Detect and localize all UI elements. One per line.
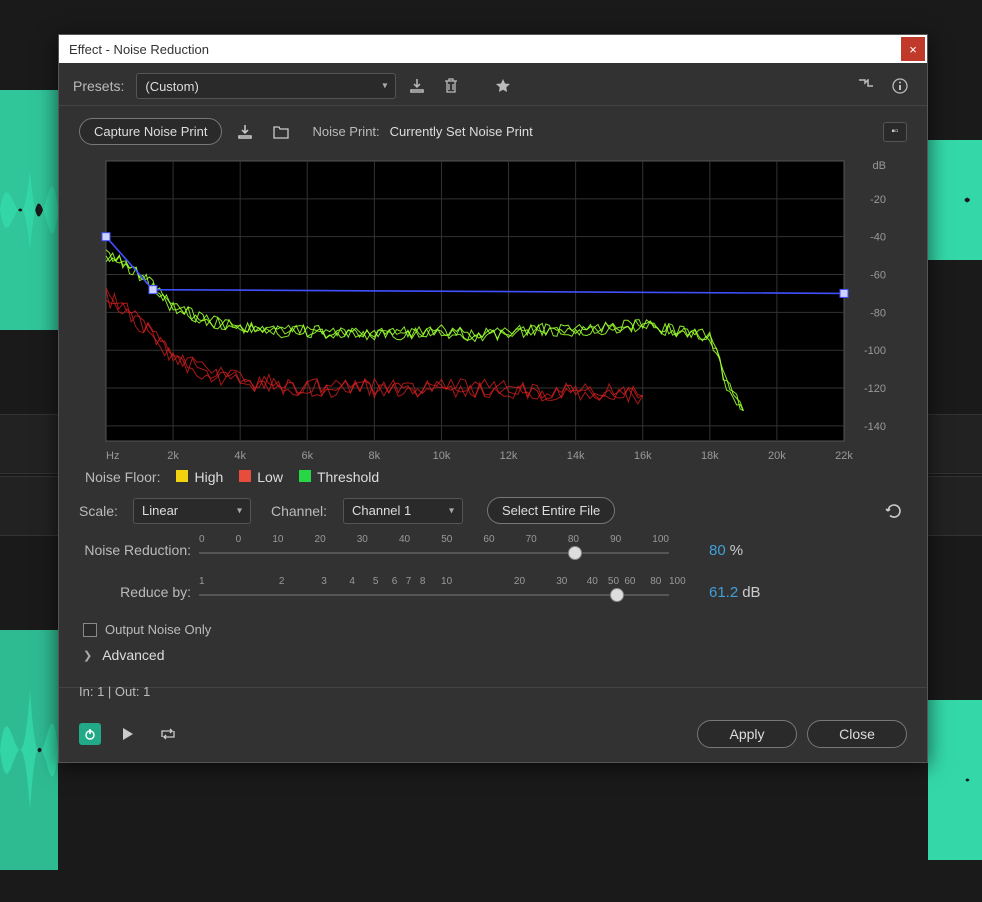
chevron-down-icon: ▾ xyxy=(382,81,387,92)
select-entire-file-button[interactable]: Select Entire File xyxy=(487,497,615,524)
reduce-by-slider[interactable]: 1234567810203040506080100 xyxy=(199,576,669,608)
info-icon[interactable] xyxy=(887,73,913,99)
window-title: Effect - Noise Reduction xyxy=(69,42,209,57)
io-text: In: 1 | Out: 1 xyxy=(79,684,150,699)
reset-icon[interactable] xyxy=(881,498,907,524)
reduce-by-slider-label: Reduce by: xyxy=(79,584,199,600)
svg-text:2k: 2k xyxy=(167,450,179,462)
presets-label: Presets: xyxy=(73,78,124,94)
noise-reduction-slider-label: Noise Reduction: xyxy=(79,542,199,558)
svg-text:14k: 14k xyxy=(567,450,585,462)
close-window-button[interactable]: × xyxy=(901,37,925,61)
svg-text:20k: 20k xyxy=(768,450,786,462)
reduce-by-unit: dB xyxy=(742,584,760,601)
slider-thumb[interactable] xyxy=(610,588,624,602)
apply-button[interactable]: Apply xyxy=(697,720,797,748)
svg-text:-40: -40 xyxy=(870,232,886,244)
svg-text:8k: 8k xyxy=(369,450,381,462)
svg-text:-20: -20 xyxy=(870,194,886,206)
noise-reduction-value[interactable]: 80 xyxy=(709,542,726,559)
noise-spectrum-chart[interactable]: dB -20 -40 -60 -80 -100 -120 -140 Hz 2k 4k 6k 8k 10k 1… xyxy=(98,155,888,463)
advanced-disclosure[interactable]: ❯ Advanced xyxy=(83,647,907,663)
channel-value: Channel 1 xyxy=(352,503,411,518)
svg-text:-100: -100 xyxy=(864,345,886,357)
presets-dropdown[interactable]: (Custom) ▾ xyxy=(136,73,396,99)
chevron-down-icon: ▾ xyxy=(449,505,454,516)
routing-icon[interactable] xyxy=(853,73,879,99)
svg-text:-80: -80 xyxy=(870,307,886,319)
play-preview-button[interactable] xyxy=(115,721,141,747)
preset-toolbar: Presets: (Custom) ▾ xyxy=(59,63,927,106)
favorite-icon[interactable] xyxy=(490,73,516,99)
svg-text:10k: 10k xyxy=(433,450,451,462)
svg-text:-140: -140 xyxy=(864,421,886,433)
background-waveform xyxy=(928,140,982,260)
svg-text:-120: -120 xyxy=(864,383,886,395)
load-noise-print-icon[interactable] xyxy=(232,119,258,145)
noise-reduction-unit: % xyxy=(730,542,743,559)
output-noise-only-label: Output Noise Only xyxy=(105,622,211,637)
legend-low-swatch xyxy=(239,470,251,482)
noise-floor-label: Noise Floor: xyxy=(85,469,160,485)
svg-text:16k: 16k xyxy=(634,450,652,462)
chevron-right-icon: ❯ xyxy=(83,649,92,662)
svg-text:dB: dB xyxy=(873,160,886,172)
channel-dropdown[interactable]: Channel 1 ▾ xyxy=(343,498,463,524)
legend-low-label: Low xyxy=(257,469,283,485)
titlebar: Effect - Noise Reduction × xyxy=(59,35,927,63)
svg-text:Hz: Hz xyxy=(106,450,119,462)
svg-text:-60: -60 xyxy=(870,270,886,282)
background-waveform xyxy=(0,630,58,870)
legend-high-label: High xyxy=(194,469,223,485)
scale-dropdown[interactable]: Linear ▾ xyxy=(133,498,251,524)
svg-text:6k: 6k xyxy=(301,450,313,462)
svg-text:18k: 18k xyxy=(701,450,719,462)
delete-preset-icon[interactable] xyxy=(438,73,464,99)
presets-value: (Custom) xyxy=(145,79,198,94)
noise-reduction-dialog: Effect - Noise Reduction × Presets: (Cus… xyxy=(58,34,928,763)
scale-label: Scale: xyxy=(79,503,123,519)
legend-high-swatch xyxy=(176,470,188,482)
channel-label: Channel: xyxy=(271,503,333,519)
svg-text:22k: 22k xyxy=(835,450,853,462)
legend-threshold-swatch xyxy=(299,470,311,482)
background-waveform xyxy=(0,90,58,330)
power-toggle-button[interactable] xyxy=(79,723,101,745)
close-button[interactable]: Close xyxy=(807,720,907,748)
reduce-by-value[interactable]: 61.2 xyxy=(709,584,738,601)
legend: Noise Floor: High Low Threshold xyxy=(85,469,907,485)
noise-reduction-slider[interactable]: 00102030405060708090100 xyxy=(199,534,669,566)
capture-noise-print-button[interactable]: Capture Noise Print xyxy=(79,118,222,145)
svg-text:4k: 4k xyxy=(234,450,246,462)
scale-value: Linear xyxy=(142,503,178,518)
output-noise-only-checkbox[interactable] xyxy=(83,623,97,637)
graph-mode-toggle[interactable]: ▪▫ xyxy=(883,122,907,142)
legend-threshold-label: Threshold xyxy=(317,469,379,485)
chevron-down-icon: ▾ xyxy=(237,505,242,516)
save-preset-icon[interactable] xyxy=(404,73,430,99)
slider-thumb[interactable] xyxy=(568,546,582,560)
advanced-label: Advanced xyxy=(102,647,164,663)
svg-text:12k: 12k xyxy=(500,450,518,462)
background-waveform xyxy=(928,700,982,860)
noise-print-label: Noise Print: xyxy=(312,124,379,139)
noise-print-value: Currently Set Noise Print xyxy=(390,124,533,139)
loop-button[interactable] xyxy=(155,721,181,747)
open-folder-icon[interactable] xyxy=(268,119,294,145)
